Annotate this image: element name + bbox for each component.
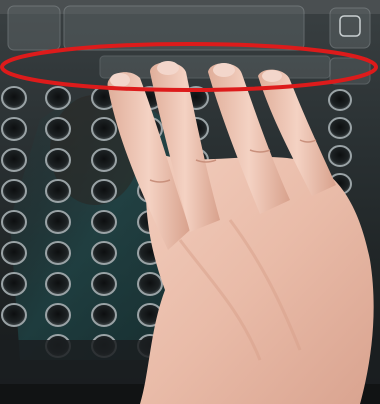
screen-hole <box>45 241 71 265</box>
screen-hole <box>45 210 71 234</box>
screen-hole <box>328 117 352 139</box>
photo-canvas <box>0 0 380 404</box>
screen-hole <box>1 241 27 265</box>
screen-hole <box>91 272 117 296</box>
screen-hole <box>1 303 27 327</box>
screen-hole <box>1 86 27 110</box>
screen-hole <box>1 272 27 296</box>
screen-hole <box>45 303 71 327</box>
screen-hole <box>45 272 71 296</box>
screen-hole <box>328 145 352 167</box>
index-nail <box>110 73 130 87</box>
screen-hole <box>45 148 71 172</box>
screen-hole <box>45 86 71 110</box>
screen-hole <box>45 117 71 141</box>
screen-hole <box>91 303 117 327</box>
screen-hole <box>137 272 163 296</box>
screen-hole <box>1 179 27 203</box>
screen-hole <box>1 210 27 234</box>
middle-nail <box>157 61 179 75</box>
screen-hole <box>91 179 117 203</box>
photo-scene <box>0 0 380 404</box>
screen-hole <box>1 117 27 141</box>
screen-hole <box>328 89 352 111</box>
screen-hole <box>91 210 117 234</box>
screen-hole <box>1 148 27 172</box>
screen-hole <box>91 241 117 265</box>
little-nail <box>262 70 282 82</box>
screen-hole <box>91 148 117 172</box>
screen-hole <box>45 179 71 203</box>
screen-hole <box>91 117 117 141</box>
ring-nail <box>213 63 235 77</box>
